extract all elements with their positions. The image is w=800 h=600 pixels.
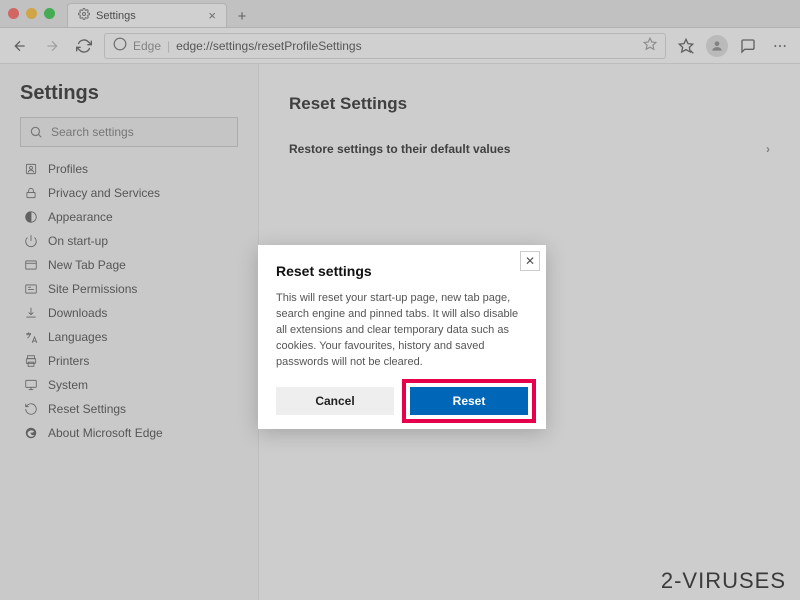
dialog-buttons: Cancel Reset [276,387,528,415]
reset-button[interactable]: Reset [410,387,528,415]
dialog-text: This will reset your start-up page, new … [276,291,528,371]
dialog-title: Reset settings [276,263,528,279]
watermark: 2-VIRUSES [661,568,786,594]
reset-highlight: Reset [402,379,536,423]
reset-settings-dialog: ✕ Reset settings This will reset your st… [258,245,546,429]
dialog-close-button[interactable]: ✕ [520,251,540,271]
cancel-button[interactable]: Cancel [276,387,394,415]
